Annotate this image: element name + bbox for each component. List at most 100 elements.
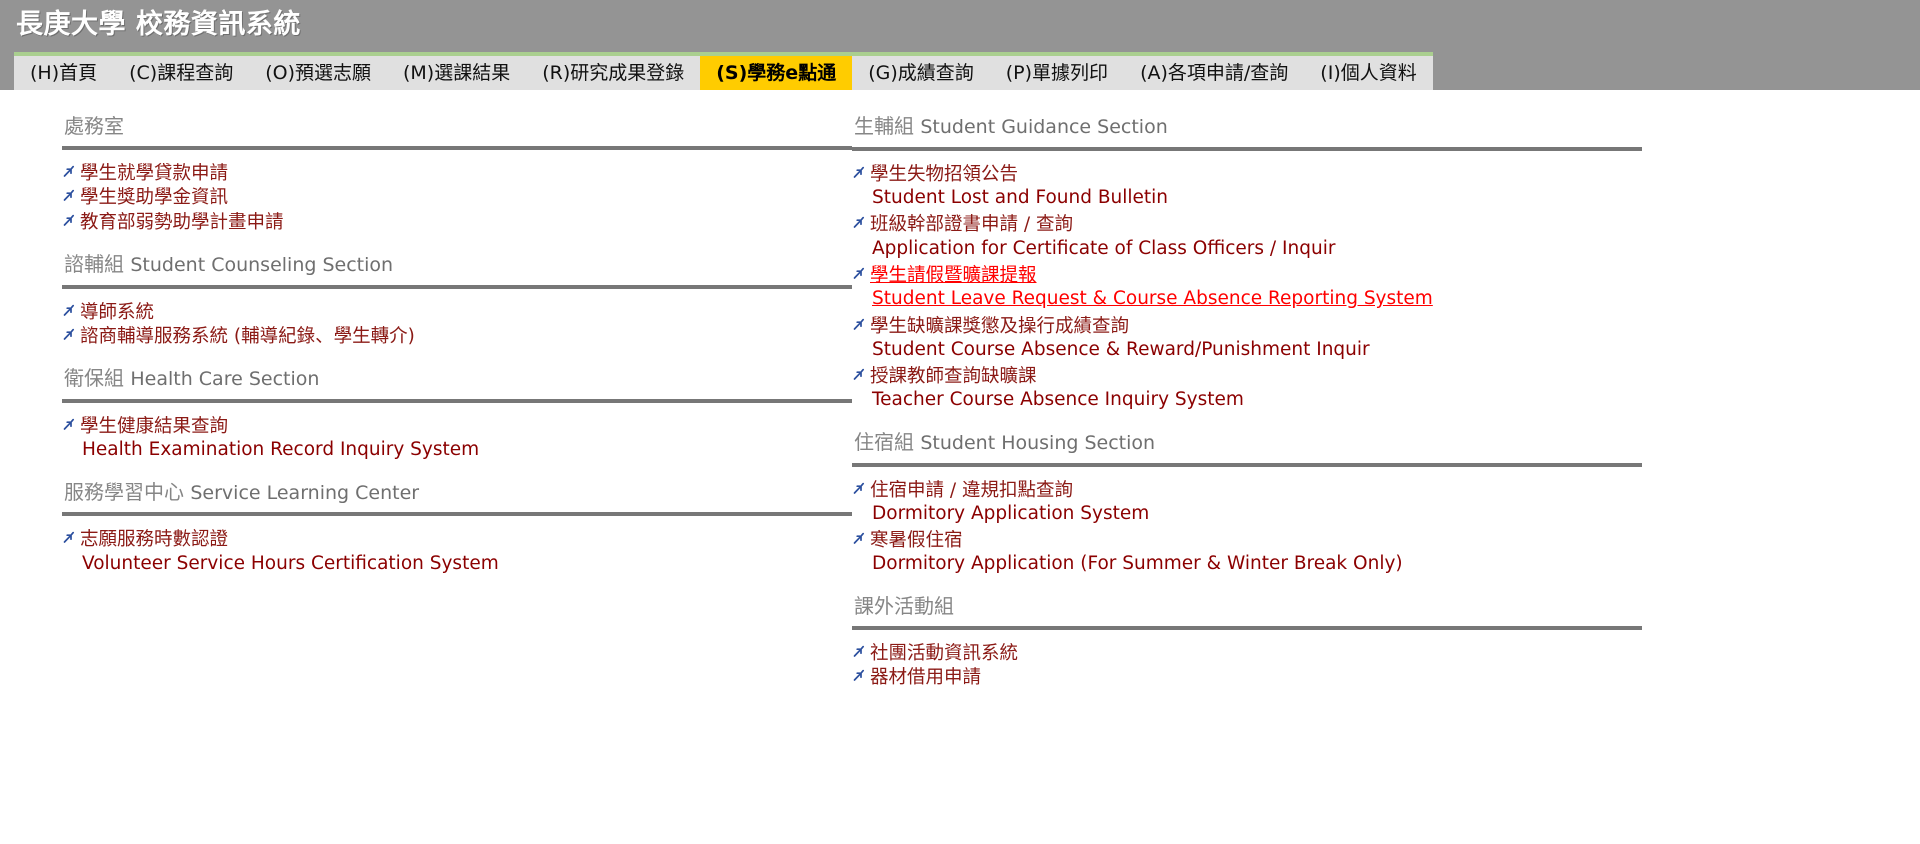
section-heading: 處務室 xyxy=(62,100,852,146)
link-label-en: Volunteer Service Hours Certification Sy… xyxy=(82,552,499,574)
link-text: 學生缺曠課獎懲及操行成績查詢 Student Course Absence & R… xyxy=(870,315,1370,362)
nav-item-7[interactable]: (G)成績查詢 xyxy=(852,56,990,90)
link-item[interactable]: 教育部弱勢助學計畫申請 xyxy=(62,211,852,234)
section-heading: 服務學習中心 Service Learning Center xyxy=(62,466,852,513)
link-item[interactable]: 器材借用申請 xyxy=(852,666,1642,689)
arrow-up-right-icon xyxy=(62,189,77,202)
arrow-up-right-icon xyxy=(62,165,77,178)
link-item[interactable]: 學生失物招領公告 Student Lost and Found Bulletin xyxy=(852,163,1642,210)
nav-item-label: (H)首頁 xyxy=(30,61,98,84)
link-label-zh: 導師系統 xyxy=(80,301,155,323)
link-item[interactable]: 社團活動資訊系統 xyxy=(852,642,1642,665)
nav-item-9[interactable]: (A)各項申請/查詢 xyxy=(1124,56,1304,90)
link-label-zh: 住宿申請 / 違規扣點查詢 xyxy=(870,479,1073,501)
arrow-up-right-icon xyxy=(852,368,867,381)
section-link-list: 社團活動資訊系統 器材借用申請 xyxy=(852,630,1642,690)
nav-item-label: (G)成績查詢 xyxy=(868,61,974,84)
link-label-zh: 寒暑假住宿 xyxy=(870,530,963,552)
link-item[interactable]: 學生請假暨曠課提報 Student Leave Request & Course … xyxy=(852,264,1642,311)
link-item[interactable]: 住宿申請 / 違規扣點查詢 Dormitory Application Syste… xyxy=(852,479,1642,526)
arrow-up-right-icon xyxy=(852,216,867,229)
section-heading-zh: 服務學習中心 xyxy=(64,479,184,504)
link-item[interactable]: 班級幹部證書申請 / 查詢 Application for Certificate… xyxy=(852,213,1642,260)
nav-item-2[interactable]: (C)課程查詢 xyxy=(113,56,249,90)
link-item[interactable]: 學生健康結果查詢 Health Examination Record Inquir… xyxy=(62,415,852,462)
link-label-zh: 授課教師查詢缺曠課 xyxy=(870,366,1037,388)
link-text: 志願服務時數認證 Volunteer Service Hours Certific… xyxy=(80,528,499,575)
arrow-up-right-icon xyxy=(852,267,867,280)
link-item[interactable]: 寒暑假住宿 Dormitory Application (For Summer &… xyxy=(852,529,1642,576)
nav-item-label: (M)選課結果 xyxy=(403,61,511,84)
link-label-zh: 諮商輔導服務系統 (輔導紀錄、學生轉介) xyxy=(80,325,415,347)
link-text: 器材借用申請 xyxy=(870,666,981,689)
section-heading-zh: 處務室 xyxy=(64,114,124,138)
link-label-en: Teacher Course Absence Inquiry System xyxy=(872,389,1244,411)
link-label-zh: 教育部弱勢助學計畫申請 xyxy=(80,211,284,233)
nav-item-label: (P)單據列印 xyxy=(1005,61,1109,84)
section-link-list: 導師系統 諮商輔導服務系統 (輔導紀錄、學生轉介) xyxy=(62,289,852,349)
section-heading: 衛保組 Health Care Section xyxy=(62,352,852,399)
section: 服務學習中心 Service Learning Center 志願服務時數認證 Vo… xyxy=(62,466,852,575)
link-item[interactable]: 導師系統 xyxy=(62,301,852,324)
section: 諮輔組 Student Counseling Section 導師系統 諮商輔導服務… xyxy=(62,238,852,348)
link-text: 教育部弱勢助學計畫申請 xyxy=(80,211,284,234)
link-label-zh: 社團活動資訊系統 xyxy=(870,642,1019,664)
section-heading-en: Service Learning Center xyxy=(190,481,420,504)
left-column: 處務室 學生就學貸款申請 學生獎助學金資訊 教育部弱勢助學計畫申請 諮輔組 Studen… xyxy=(62,100,852,579)
arrow-up-right-icon xyxy=(852,645,867,658)
nav-item-label: (C)課程查詢 xyxy=(129,61,234,84)
nav-item-5[interactable]: (R)研究成果登錄 xyxy=(526,56,700,90)
section-heading: 住宿組 Student Housing Section xyxy=(852,416,1642,463)
section-heading-en: Health Care Section xyxy=(130,368,320,391)
section-heading-en: Student Guidance Section xyxy=(920,116,1168,138)
link-label-en: Student Course Absence & Reward/Punishme… xyxy=(872,338,1370,360)
nav-item-10[interactable]: (I)個人資料 xyxy=(1304,56,1432,90)
link-item[interactable]: 學生獎助學金資訊 xyxy=(62,186,852,209)
link-text: 學生失物招領公告 Student Lost and Found Bulletin xyxy=(870,163,1168,210)
section-heading-en: Student Housing Section xyxy=(920,431,1156,454)
link-text: 學生獎助學金資訊 xyxy=(80,186,228,209)
nav-item-3[interactable]: (O)預選志願 xyxy=(249,56,387,90)
link-label-en: Dormitory Application System xyxy=(872,502,1150,524)
section-heading: 生輔組 Student Guidance Section xyxy=(852,100,1642,147)
nav-item-label: (I)個人資料 xyxy=(1320,61,1417,84)
section: 住宿組 Student Housing Section 住宿申請 / 違規扣點查詢… xyxy=(852,416,1642,576)
link-item[interactable]: 志願服務時數認證 Volunteer Service Hours Certific… xyxy=(62,528,852,575)
section-link-list: 學生就學貸款申請 學生獎助學金資訊 教育部弱勢助學計畫申請 xyxy=(62,150,852,234)
right-column: 生輔組 Student Guidance Section 學生失物招領公告 Stud… xyxy=(852,100,1642,693)
main-content: 處務室 學生就學貸款申請 學生獎助學金資訊 教育部弱勢助學計畫申請 諮輔組 Studen… xyxy=(0,100,1920,844)
link-label-en: Application for Certificate of Class Off… xyxy=(872,237,1336,259)
link-text: 授課教師查詢缺曠課 Teacher Course Absence Inquiry … xyxy=(870,365,1244,412)
section-heading-zh: 諮輔組 xyxy=(64,251,124,276)
arrow-up-right-icon xyxy=(852,166,867,179)
link-label-zh: 學生健康結果查詢 xyxy=(80,416,229,438)
section-link-list: 志願服務時數認證 Volunteer Service Hours Certific… xyxy=(62,516,852,575)
section-heading-zh: 生輔組 xyxy=(854,114,914,138)
link-item[interactable]: 諮商輔導服務系統 (輔導紀錄、學生轉介) xyxy=(62,325,852,348)
nav-item-1[interactable]: (H)首頁 xyxy=(14,56,113,90)
link-label-zh: 學生缺曠課獎懲及操行成績查詢 xyxy=(870,315,1130,337)
link-item[interactable]: 學生就學貸款申請 xyxy=(62,162,852,185)
arrow-up-right-icon xyxy=(62,328,77,341)
section-heading-zh: 住宿組 xyxy=(854,429,914,454)
link-label-zh: 學生獎助學金資訊 xyxy=(80,187,229,209)
section: 衛保組 Health Care Section 學生健康結果查詢 Health Ex… xyxy=(62,352,852,461)
main-navigation: (H)首頁 (C)課程查詢 (O)預選志願 (M)選課結果 (R)研究成果登錄 (S)學務… xyxy=(14,52,1433,90)
nav-item-label: (A)各項申請/查詢 xyxy=(1140,61,1289,84)
nav-item-8[interactable]: (P)單據列印 xyxy=(990,56,1124,90)
link-label-en: Student Leave Request & Course Absence R… xyxy=(872,288,1433,310)
section: 生輔組 Student Guidance Section 學生失物招領公告 Stud… xyxy=(852,100,1642,412)
nav-item-4[interactable]: (M)選課結果 xyxy=(387,56,526,90)
arrow-up-right-icon xyxy=(852,532,867,545)
section: 處務室學生就學貸款申請 學生獎助學金資訊 教育部弱勢助學計畫申請 xyxy=(62,100,852,234)
nav-item-label: (R)研究成果登錄 xyxy=(542,61,685,84)
section-link-list: 學生失物招領公告 Student Lost and Found Bulletin 班… xyxy=(852,151,1642,412)
link-label-zh: 志願服務時數認證 xyxy=(80,529,229,551)
arrow-up-right-icon xyxy=(62,418,77,431)
link-label-zh: 器材借用申請 xyxy=(870,667,982,689)
link-text: 學生請假暨曠課提報 Student Leave Request & Course … xyxy=(870,264,1433,311)
nav-item-6[interactable]: (S)學務e點通 xyxy=(700,56,853,90)
section-heading-zh: 衛保組 xyxy=(64,366,124,391)
link-item[interactable]: 學生缺曠課獎懲及操行成績查詢 Student Course Absence & R… xyxy=(852,315,1642,362)
link-item[interactable]: 授課教師查詢缺曠課 Teacher Course Absence Inquiry … xyxy=(852,365,1642,412)
